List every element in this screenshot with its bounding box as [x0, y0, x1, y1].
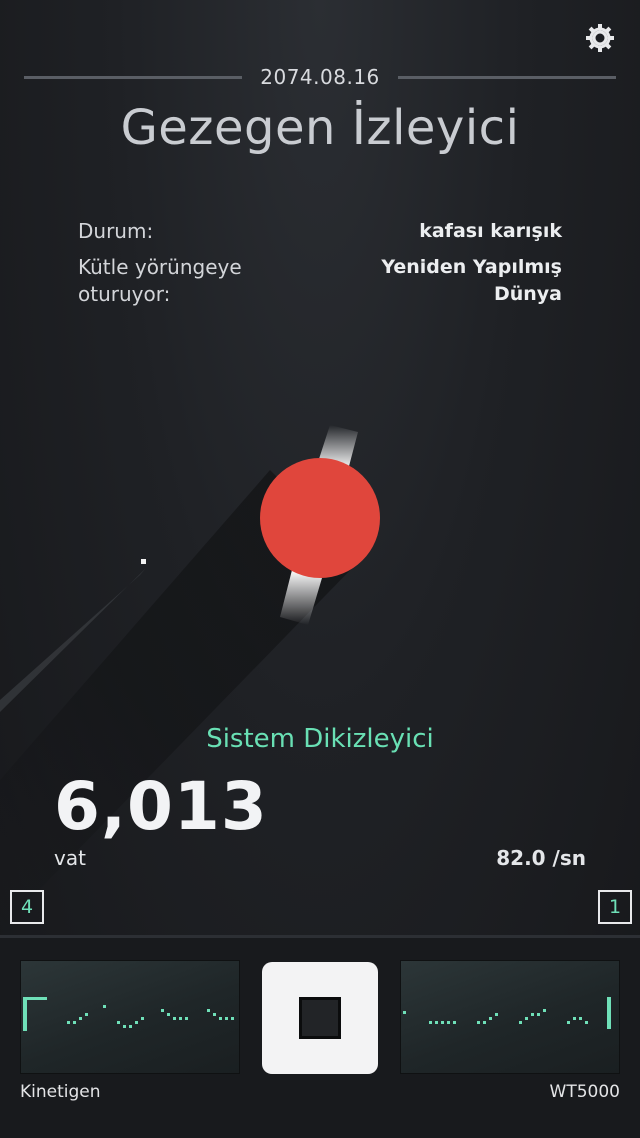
planet[interactable]	[260, 458, 380, 578]
date-text: 2074.08.16	[260, 65, 380, 89]
right-count-badge[interactable]: 1	[598, 890, 632, 924]
power-unit: vat	[54, 846, 86, 870]
screen: 2074.08.16 Gezegen İzleyici Durum: kafas…	[0, 0, 640, 1138]
stop-button[interactable]	[262, 962, 378, 1074]
star-dot	[141, 559, 146, 564]
wt5000-waveform[interactable]	[400, 960, 620, 1074]
kinetigen-waveform[interactable]	[20, 960, 240, 1074]
left-count-badge[interactable]: 4	[10, 890, 44, 924]
date-divider-left	[24, 75, 243, 79]
kinetigen-label: Kinetigen	[20, 1082, 101, 1102]
power-rate: 82.0 /sn	[496, 846, 586, 870]
status-label: Durum:	[78, 219, 154, 243]
mass-label-line1: Kütle yörüngeye	[78, 255, 242, 279]
gear-icon[interactable]	[584, 22, 616, 54]
power-value: 6,013	[54, 768, 268, 845]
waveform-right-graphic	[403, 997, 611, 1029]
wt5000-label: WT5000	[549, 1082, 620, 1102]
stop-icon	[299, 997, 341, 1039]
mass-value-line2: Dünya	[493, 283, 562, 305]
status-value: kafası karışık	[419, 220, 562, 242]
date-divider-right	[397, 75, 617, 79]
system-title: Sistem Dikizleyici	[206, 724, 434, 754]
waveform-left-graphic	[23, 997, 234, 1031]
mass-label-line2: oturuyor:	[78, 282, 171, 306]
mass-value-line1: Yeniden Yapılmış	[381, 256, 562, 278]
control-panel: Kinetigen WT5000	[0, 935, 640, 1138]
page-title: Gezegen İzleyici	[120, 100, 520, 156]
date-row: 2074.08.16	[24, 62, 617, 92]
